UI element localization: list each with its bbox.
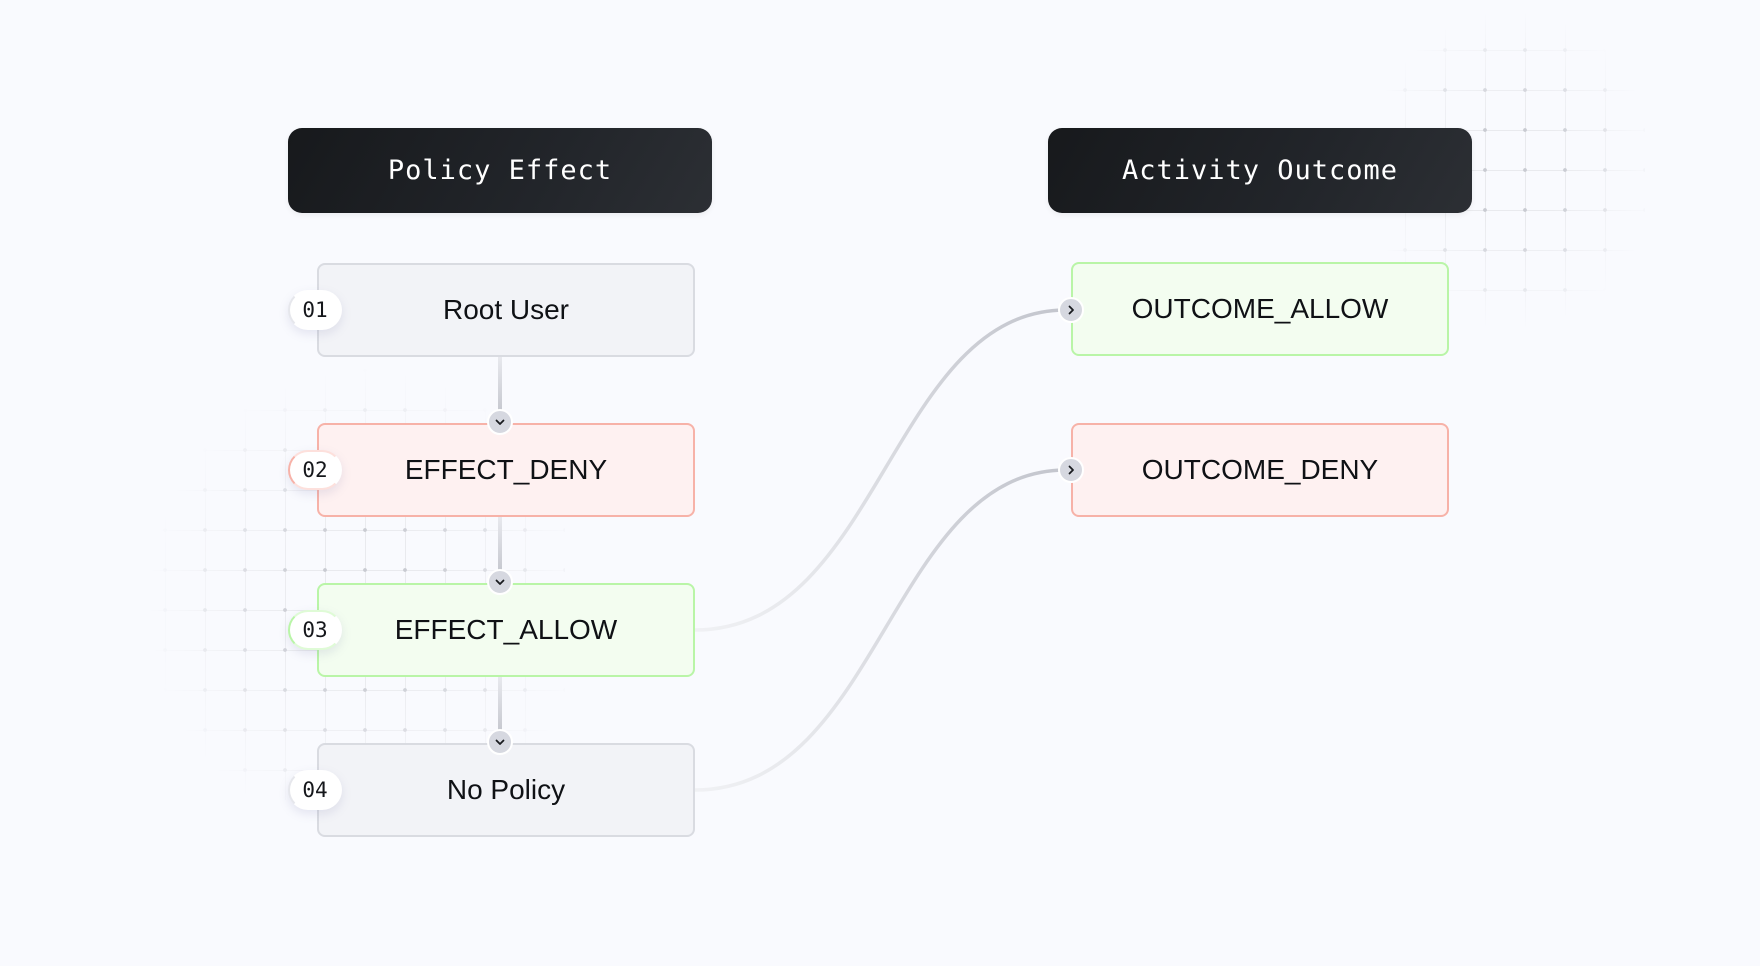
policy-node-effect-deny[interactable]: EFFECT_DENY [317,423,695,517]
policy-node-label: EFFECT_DENY [404,454,608,485]
step-badge-number: 03 [302,618,328,642]
step-badge-number: 02 [302,458,328,482]
policy-node-no-policy[interactable]: No Policy [317,743,695,837]
outcome-node-label: OUTCOME_ALLOW [1131,293,1389,324]
chevron-right-icon [1058,457,1084,483]
policy-node-label: EFFECT_ALLOW [394,614,618,645]
step-badge: 03 [288,610,342,650]
policy-effect-header-title: Policy Effect [387,155,613,186]
connection-wires [498,308,1068,792]
chevron-down-icon [487,729,513,755]
step-badge: 01 [288,290,342,330]
step-badge: 04 [288,770,342,810]
chevron-down-icon [487,569,513,595]
step-badge: 02 [288,450,342,490]
outcome-node-allow[interactable]: OUTCOME_ALLOW [1071,262,1449,356]
activity-outcome-header-title: Activity Outcome [1121,155,1399,186]
policy-node-effect-allow[interactable]: EFFECT_ALLOW [317,583,695,677]
outcome-node-deny[interactable]: OUTCOME_DENY [1071,423,1449,517]
policy-node-root-user[interactable]: Root User [317,263,695,357]
policy-node-label: Root User [442,294,570,325]
step-badge-number: 01 [302,298,328,322]
chevron-right-icon [1058,297,1084,323]
chevron-down-icon [487,409,513,435]
activity-outcome-header: Activity Outcome [1048,128,1472,213]
step-badge-number: 04 [302,778,328,802]
policy-node-label: No Policy [446,774,566,805]
policy-effect-header: Policy Effect [288,128,712,213]
outcome-edge [693,468,1068,792]
outcome-node-label: OUTCOME_DENY [1141,454,1379,485]
